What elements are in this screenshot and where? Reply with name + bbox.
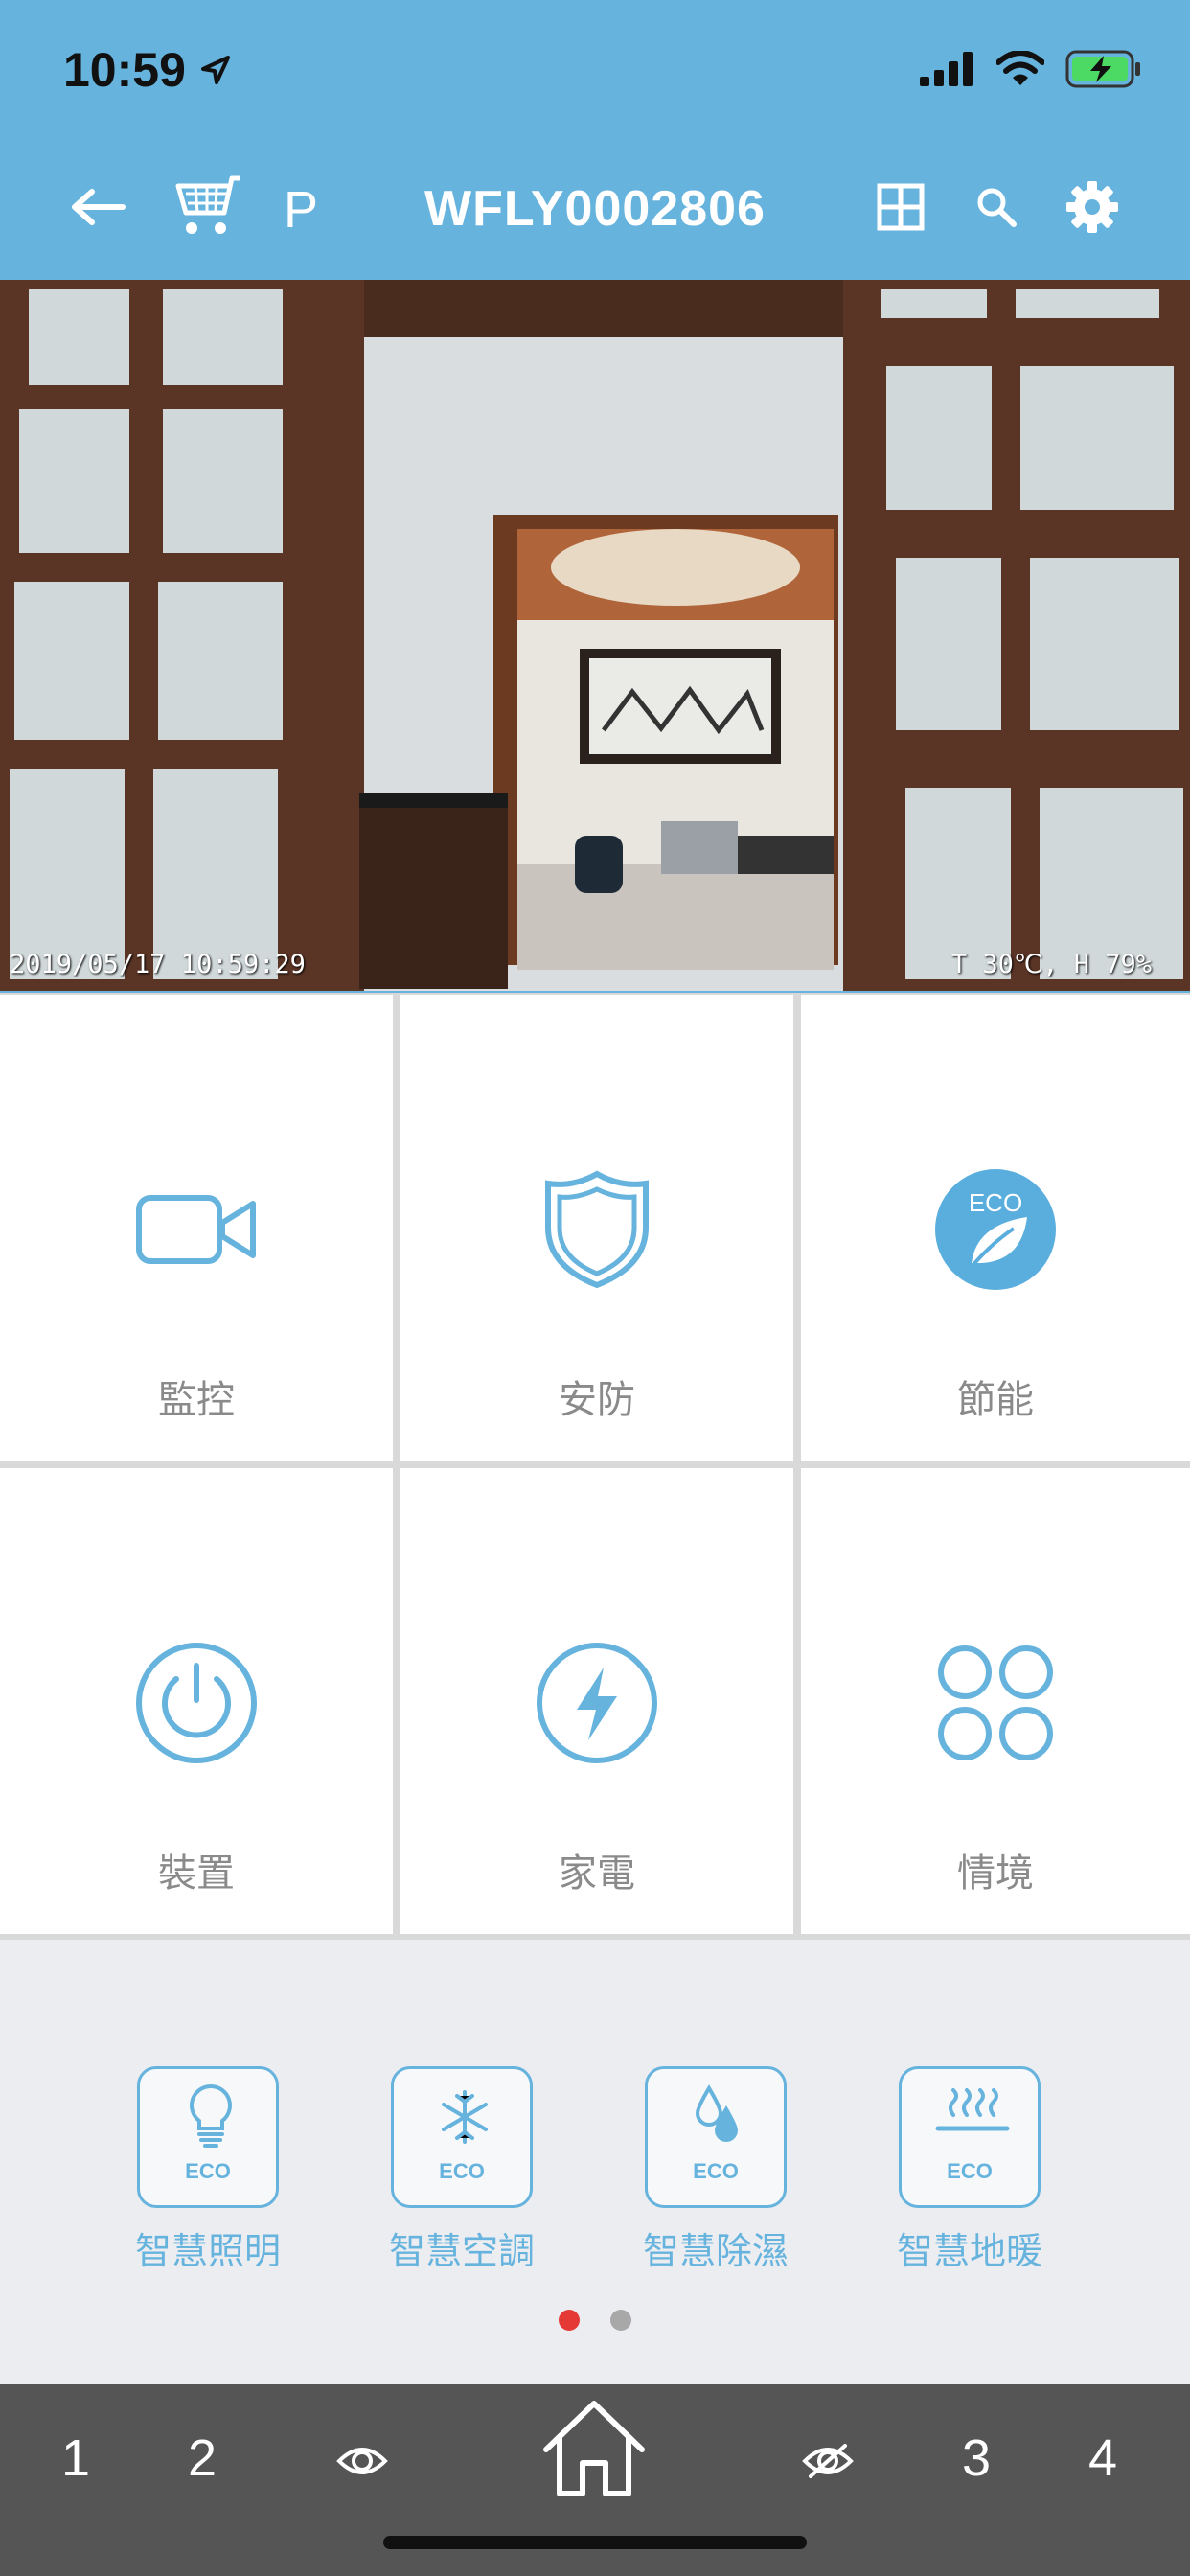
- feature-grid: 監控 安防 ECO 節能 裝置 家電 情境: [0, 993, 1190, 1940]
- floor-heat-icon: [935, 2088, 1010, 2131]
- eco-badge: ECO: [439, 2159, 485, 2183]
- tile-devices[interactable]: 裝置: [0, 1468, 393, 1934]
- droplet-icon: [695, 2084, 738, 2142]
- tab-2[interactable]: 2: [188, 2428, 217, 2488]
- eco-label: 智慧地暖: [896, 2232, 1042, 2272]
- camera-image: [0, 280, 1190, 991]
- eco-shortcuts: ECO 智慧照明 ECO 智慧空調 ECO 智慧除濕 ECO 智慧地暖: [0, 2066, 1190, 2287]
- tile-label: 節能: [957, 1379, 1034, 1421]
- status-bar: 10:59: [0, 0, 1190, 134]
- eco-tile: ECO: [391, 2066, 533, 2208]
- tile-label: 監控: [158, 1379, 235, 1421]
- tile-label: 家電: [559, 1852, 635, 1895]
- tile-energy-saving[interactable]: ECO 節能: [801, 995, 1190, 1460]
- location-arrow-icon: [201, 56, 230, 84]
- power-icon: [136, 1643, 257, 1763]
- eco-smart-dehumidify[interactable]: ECO 智慧除濕: [620, 2066, 812, 2274]
- tile-scenes[interactable]: 情境: [801, 1468, 1190, 1934]
- snowflake-icon: [442, 2090, 488, 2144]
- home-button[interactable]: [537, 2396, 652, 2501]
- video-camera-icon: [136, 1195, 256, 1264]
- tile-monitoring[interactable]: 監控: [0, 995, 393, 1460]
- status-time: 10:59: [63, 43, 186, 97]
- tile-security[interactable]: 安防: [400, 995, 793, 1460]
- eco-label: 智慧空調: [388, 2232, 535, 2272]
- app-header: P WFLY0002806: [0, 134, 1190, 280]
- camera-live-view[interactable]: 2019/05/17 10:59:29 T 30℃, H 79%: [0, 280, 1190, 994]
- gear-icon: [1066, 181, 1118, 233]
- camera-temperature-humidity: T 30℃, H 79%: [950, 950, 1152, 979]
- shield-icon: [545, 1170, 649, 1289]
- show-button[interactable]: [335, 2442, 389, 2484]
- wifi-icon: [996, 51, 1044, 85]
- eco-smart-floor-heating[interactable]: ECO 智慧地暖: [874, 2066, 1065, 2274]
- page-dot-active[interactable]: [558, 2310, 580, 2331]
- eco-tile: ECO: [645, 2066, 787, 2208]
- home-icon: [543, 2401, 645, 2496]
- tab-3[interactable]: 3: [962, 2428, 991, 2488]
- eye-slash-icon: [802, 2444, 854, 2478]
- cellular-signal-icon: [920, 52, 973, 86]
- eco-badge: ECO: [947, 2159, 993, 2183]
- eco-smart-lighting[interactable]: ECO 智慧照明: [112, 2066, 304, 2274]
- settings-button[interactable]: [1060, 172, 1125, 242]
- camera-timestamp: 2019/05/17 10:59:29: [10, 950, 306, 979]
- tile-appliances[interactable]: 家電: [400, 1468, 793, 1934]
- eco-label: 智慧照明: [134, 2232, 281, 2272]
- eye-icon: [336, 2448, 388, 2474]
- lightning-icon: [537, 1643, 657, 1763]
- eco-label: 智慧除濕: [642, 2232, 789, 2272]
- eco-smart-ac[interactable]: ECO 智慧空調: [366, 2066, 558, 2274]
- tile-label: 安防: [559, 1379, 635, 1421]
- tab-1[interactable]: 1: [61, 2428, 90, 2488]
- page-dot[interactable]: [610, 2310, 632, 2331]
- grid-view-icon: [877, 183, 925, 231]
- hide-button[interactable]: [801, 2442, 855, 2484]
- tile-label: 情境: [957, 1852, 1034, 1895]
- tile-label: 裝置: [158, 1852, 235, 1895]
- eco-tile: ECO: [899, 2066, 1041, 2208]
- svg-text:ECO: ECO: [969, 1188, 1022, 1217]
- layout-button[interactable]: [872, 172, 929, 242]
- eco-tile: ECO: [137, 2066, 279, 2208]
- search-icon: [977, 188, 1017, 227]
- four-circles-icon: [938, 1645, 1053, 1760]
- page-indicator: [0, 2310, 1190, 2335]
- battery-charging-icon: [1065, 50, 1140, 88]
- eco-badge: ECO: [185, 2159, 231, 2183]
- eco-badge: ECO: [693, 2159, 739, 2183]
- bulb-icon: [190, 2083, 232, 2148]
- tab-4[interactable]: 4: [1088, 2428, 1117, 2488]
- search-button[interactable]: [968, 172, 1025, 242]
- status-indicators: [920, 50, 1142, 88]
- home-indicator[interactable]: [383, 2536, 807, 2549]
- eco-leaf-icon: ECO: [935, 1169, 1056, 1290]
